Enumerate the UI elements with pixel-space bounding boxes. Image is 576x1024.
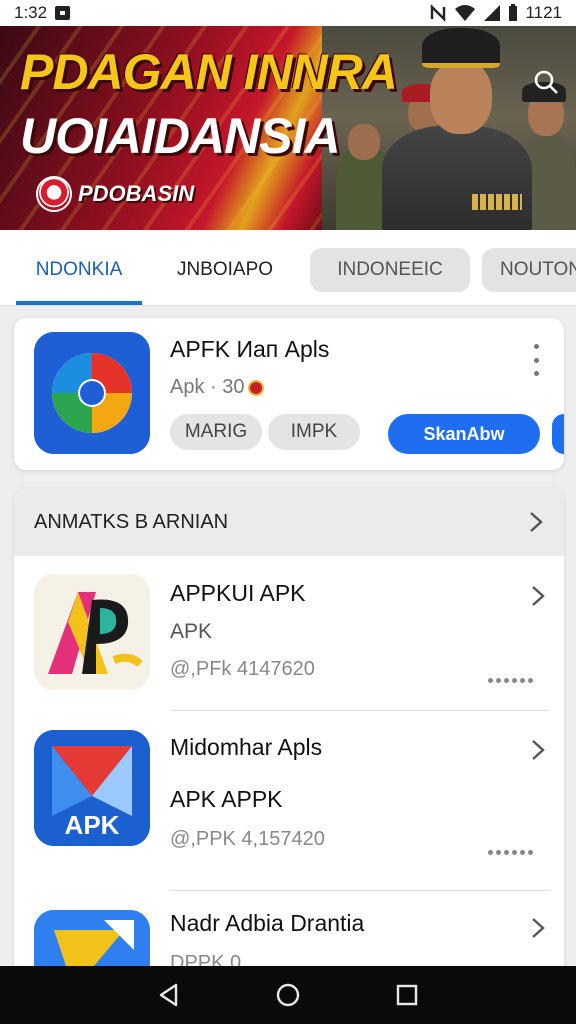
search-button[interactable]	[528, 64, 564, 100]
app-icon	[34, 910, 150, 968]
list-item[interactable]: APPKUI APK APK @,PFk 4147620	[14, 568, 564, 724]
next-button-edge[interactable]	[552, 414, 564, 454]
app-icon: APK	[34, 730, 150, 846]
list-item[interactable]: Nadr Adbia Drantia DPPK 0	[14, 904, 564, 968]
app-subtitle-text: Apk · 30	[170, 376, 245, 398]
swirl-logo-icon	[34, 332, 150, 454]
tab-nouton[interactable]: NOUTON	[482, 248, 576, 292]
status-right-time: 1121	[525, 3, 562, 22]
item-title: APPKUI APK	[170, 580, 306, 606]
app-subtitle: Apk · 30	[170, 376, 265, 399]
app-list: ANMATKS B ARNIAN APPKUI APK APK @,PFk 41…	[14, 488, 564, 968]
letter-logo-icon	[34, 574, 150, 690]
image-notification-icon	[55, 6, 71, 20]
item-meta: @,PPK 4,157420	[170, 828, 325, 850]
tab-ndonkia[interactable]: NDONKIA	[16, 248, 142, 292]
wifi-icon	[455, 5, 476, 21]
brand-logo-icon	[36, 176, 72, 212]
soldier-figure-head	[348, 124, 380, 160]
system-nav-bar	[0, 966, 576, 1024]
back-icon[interactable]	[156, 982, 182, 1008]
item-dots	[488, 850, 533, 855]
home-icon[interactable]	[275, 982, 301, 1008]
battery-icon	[509, 4, 518, 21]
item-title: Midomhar Apls	[170, 734, 323, 760]
status-right: 1121	[429, 3, 562, 23]
status-bar: 1:32 1121	[0, 0, 576, 26]
app-title: APFK Иап Apls	[170, 336, 330, 362]
search-icon	[534, 70, 558, 94]
list-header-title: ANMATKS B ARNIAN	[34, 510, 229, 533]
apk-logo-icon: APK	[34, 730, 150, 846]
banner-title: PDAGAN INNRA	[20, 44, 398, 100]
divider	[170, 890, 550, 891]
app-icon	[34, 332, 150, 454]
app-icon	[34, 574, 150, 690]
apk-icon-label: APK	[65, 810, 120, 840]
item-subtitle: APK	[170, 620, 213, 643]
status-left: 1:32	[14, 3, 71, 23]
tab-active-indicator	[16, 301, 142, 305]
tag-chip[interactable]: IMPK	[268, 414, 360, 450]
officer-figure	[382, 126, 532, 230]
banner-subtitle: UOIAIDANSIA	[20, 108, 341, 164]
item-subtitle: APK APPK	[170, 786, 283, 812]
list-item[interactable]: APK Midomhar Apls APK APPK @,PPK 4,15742…	[14, 724, 564, 880]
officer-medals	[472, 194, 522, 210]
chevron-right-icon	[530, 512, 543, 532]
officer-figure-head	[430, 60, 492, 134]
kebab-dot	[533, 357, 539, 363]
list-header[interactable]: ANMATKS B ARNIAN	[14, 488, 564, 556]
tab-jnboiapo[interactable]: JNBOIAPO	[160, 248, 290, 292]
brand-text: PDOBASIN	[78, 181, 195, 206]
no-signal-icon	[430, 4, 447, 22]
badge-icon	[248, 379, 265, 396]
install-button[interactable]: SkanAbw	[388, 414, 540, 454]
arrow-logo-icon	[34, 910, 150, 968]
kebab-dot	[533, 344, 539, 349]
signal-icon	[484, 5, 501, 21]
kebab-dot	[533, 371, 539, 376]
banner-brand: PDOBASIN	[36, 176, 194, 212]
recents-icon[interactable]	[394, 982, 420, 1008]
item-meta: @,PFk 4147620	[170, 658, 315, 680]
promo-banner[interactable]: PDAGAN INNRA UOIAIDANSIA PDOBASIN	[0, 26, 576, 230]
more-options-button[interactable]	[524, 340, 548, 380]
chevron-right-icon	[532, 918, 545, 938]
featured-app-card[interactable]: APFK Иап Apls Apk · 30 MARIG IMPK SkanAb…	[14, 318, 564, 470]
tab-indoneeic[interactable]: INDONEEIC	[310, 248, 470, 292]
chevron-right-icon	[532, 586, 545, 606]
divider	[170, 710, 550, 711]
category-tabs: NDONKIA JNBOIAPO INDONEEIC NOUTON	[0, 230, 576, 306]
item-dots	[488, 678, 533, 683]
status-time: 1:32	[14, 3, 48, 22]
chevron-right-icon	[532, 740, 545, 760]
officer-cap	[422, 28, 500, 68]
item-title: Nadr Adbia Drantia	[170, 910, 365, 936]
tag-chip[interactable]: MARIG	[170, 414, 262, 450]
